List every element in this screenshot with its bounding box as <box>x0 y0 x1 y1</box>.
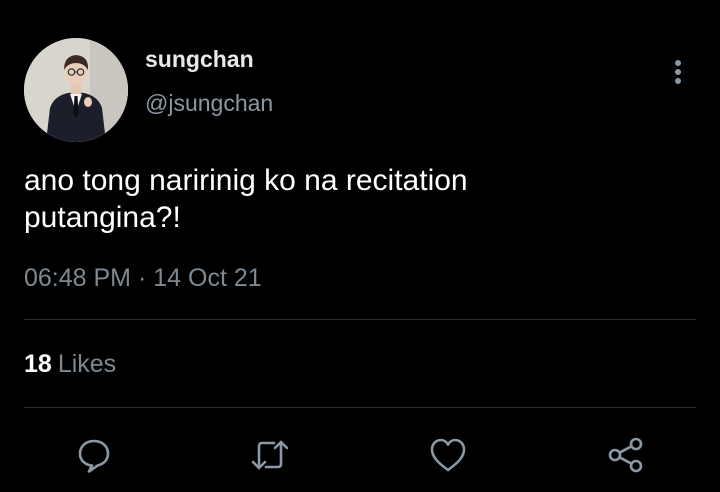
share-button[interactable] <box>604 433 648 477</box>
more-vertical-icon <box>675 60 681 84</box>
tweet-date: 14 Oct 21 <box>153 264 262 292</box>
divider <box>24 407 696 408</box>
share-icon <box>608 437 643 473</box>
user-handle[interactable]: @jsungchan <box>145 90 273 117</box>
likes-stat[interactable]: 18 Likes <box>24 350 116 379</box>
avatar[interactable] <box>24 38 128 142</box>
like-button[interactable] <box>426 433 470 477</box>
likes-label: Likes <box>57 350 117 378</box>
tweet-time: 06:48 PM <box>24 264 132 292</box>
tweet-text-line: putangina?! <box>24 201 181 234</box>
tweet-text: ano tong naririnig ko na recitation puta… <box>24 162 664 236</box>
heart-icon <box>430 438 466 472</box>
meta-separator: · <box>137 264 147 292</box>
retweet-icon <box>251 440 289 470</box>
tweet-text-line: ano tong naririnig ko na recitation <box>24 164 468 197</box>
avatar-image <box>24 38 128 142</box>
reply-icon <box>78 439 110 473</box>
divider <box>24 319 696 320</box>
tweet-timestamp[interactable]: 06:48 PM · 14 Oct 21 <box>24 264 262 293</box>
likes-count: 18 <box>24 350 52 378</box>
display-name[interactable]: sungchan <box>145 46 254 73</box>
retweet-button[interactable] <box>248 433 292 477</box>
more-options-button[interactable] <box>664 58 692 86</box>
reply-button[interactable] <box>72 433 116 477</box>
